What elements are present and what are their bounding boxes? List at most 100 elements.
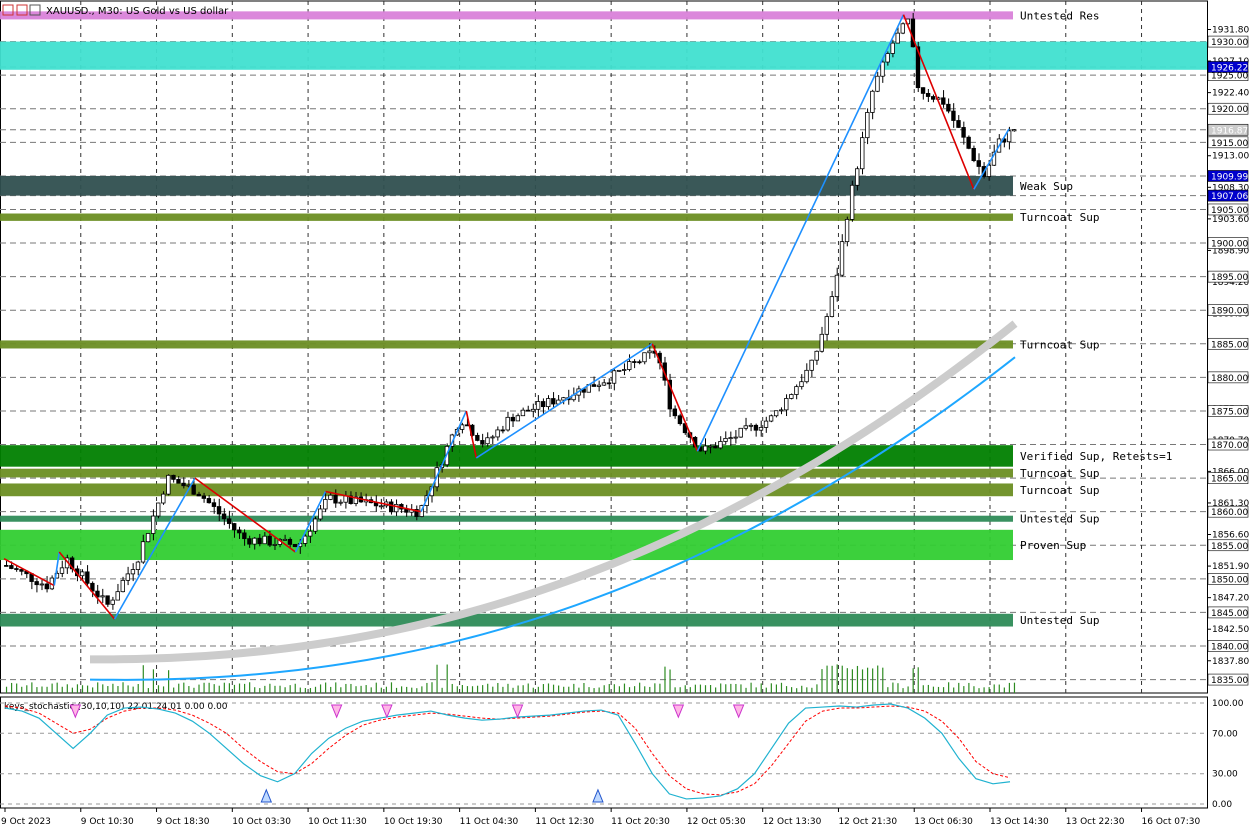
candle-body: [834, 274, 840, 298]
candle-body: [616, 369, 622, 372]
candle-body: [622, 369, 627, 371]
candle-body: [768, 415, 774, 422]
price-box-label: 1865.00: [1211, 475, 1248, 485]
candle-body: [632, 361, 637, 363]
candle-body: [211, 502, 217, 507]
candle-body: [135, 561, 141, 570]
price-box-label: 1870.00: [1211, 441, 1248, 451]
time-tick-label: 12 Oct 21:30: [838, 817, 897, 827]
zone-band: [0, 468, 1013, 478]
candle-body: [292, 543, 298, 548]
candle-body: [14, 568, 19, 570]
candle-body: [819, 333, 824, 352]
candle-body: [338, 501, 343, 504]
candle-body: [480, 440, 485, 445]
candle-body: [723, 437, 728, 442]
candle-body: [242, 532, 247, 540]
candle-body: [100, 595, 105, 598]
candle-body: [262, 535, 267, 545]
candle-body: [156, 502, 161, 517]
candle-body: [596, 384, 602, 387]
candle-body: [307, 530, 313, 537]
candle-body: [226, 518, 232, 524]
candle-body: [510, 416, 515, 422]
price-box-label: 1916.87: [1211, 126, 1248, 136]
candle-body: [313, 518, 318, 532]
candle-body: [252, 537, 257, 545]
candle-body: [779, 409, 784, 412]
candle-body: [865, 112, 870, 139]
price-box-label: 1920.00: [1211, 105, 1248, 115]
zone-label: Untested Sup: [1020, 614, 1099, 627]
price-box-label: 1875.00: [1211, 407, 1248, 417]
candle-body: [171, 474, 176, 480]
candle-body: [966, 136, 971, 149]
price-box-label: 1909.99: [1211, 172, 1248, 182]
candle-body: [181, 482, 186, 487]
candle-body: [930, 96, 936, 100]
candle-body: [733, 436, 738, 439]
candle-body: [115, 591, 120, 601]
candle-body: [221, 513, 227, 520]
candle-body: [378, 505, 384, 508]
candle-body: [809, 359, 814, 371]
candle-body: [4, 565, 9, 567]
candle-body: [287, 538, 293, 545]
time-tick-label: 12 Oct 13:30: [763, 817, 822, 827]
candle-body: [9, 565, 14, 569]
price-tick-label: 1922.40: [1212, 89, 1249, 99]
candle-body: [130, 569, 136, 575]
candle-body: [546, 398, 551, 408]
price-box-label: 1907.06: [1211, 192, 1248, 202]
candle-body: [272, 544, 277, 546]
candle-body: [490, 436, 495, 439]
candle-body: [718, 441, 723, 449]
price-box-label: 1885.00: [1211, 340, 1248, 350]
price-box-label: 1835.00: [1211, 676, 1248, 686]
candle-body: [880, 61, 885, 77]
zone-label: Turncoat Sup: [1020, 211, 1099, 224]
time-tick-label: 10 Oct 11:30: [308, 817, 367, 827]
candle-body: [551, 398, 556, 405]
candle-body: [784, 398, 789, 411]
price-box-label: 1926.22: [1211, 63, 1248, 73]
candle-body: [860, 137, 865, 170]
zone-band: [0, 529, 1013, 561]
zone-label: Turncoat Sup: [1020, 467, 1099, 480]
candle-body: [500, 429, 505, 432]
candle-body: [216, 506, 222, 515]
time-tick-label: 11 Oct 12:30: [535, 817, 594, 827]
price-box-label: 1915.00: [1211, 139, 1248, 149]
candle-body: [627, 361, 632, 370]
candle-body: [855, 168, 860, 186]
candle-body: [703, 445, 708, 452]
candle-body: [459, 424, 465, 430]
time-tick-label: 11 Oct 20:30: [611, 817, 670, 827]
candle-body: [333, 494, 338, 504]
candle-body: [485, 437, 490, 445]
candle-body: [535, 401, 541, 410]
zone-band: [0, 175, 1013, 196]
price-box-label: 1860.00: [1211, 508, 1248, 518]
candle-body: [849, 184, 855, 220]
candle-body: [708, 445, 713, 448]
candle-body: [829, 296, 835, 317]
indicator-tick-label: 70.00: [1212, 729, 1238, 739]
candle-body: [232, 523, 237, 531]
indicator-label: keys_stochastic (30,10,10) 22.01 24.01 0…: [4, 702, 228, 712]
candle-body: [125, 573, 131, 581]
price-box-label: 1845.00: [1211, 609, 1248, 619]
candle-body: [611, 370, 617, 384]
time-tick-label: 13 Oct 14:30: [990, 817, 1049, 827]
zone-label: Proven Sup: [1020, 539, 1086, 552]
zone-label: Turncoat Sup: [1020, 338, 1099, 351]
time-tick-label: 9 Oct 2023: [1, 817, 51, 827]
candle-body: [120, 579, 125, 593]
candle-body: [389, 501, 394, 513]
candle-body: [773, 410, 779, 417]
price-tick-label: 1913.00: [1212, 152, 1249, 162]
indicator-frame: [0, 696, 1208, 809]
candle-body: [728, 437, 733, 440]
price-box-label: 1855.00: [1211, 542, 1248, 552]
candle-body: [475, 434, 480, 441]
